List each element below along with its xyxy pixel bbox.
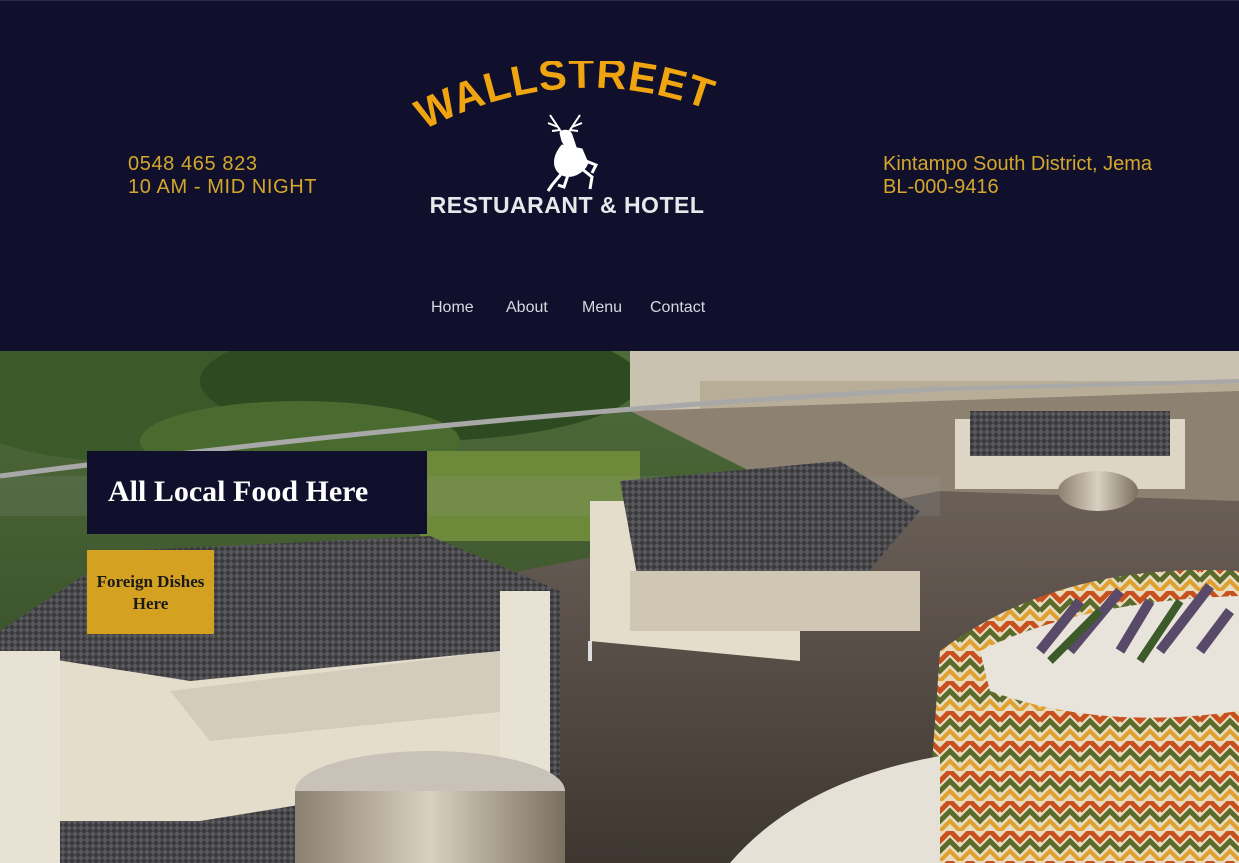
foreign-dishes-button[interactable]: Foreign Dishes Here bbox=[87, 550, 214, 634]
address-line: Kintampo South District, Jema bbox=[883, 153, 1152, 175]
site-header: 0548 465 823 10 AM - MID NIGHT WALLSTREE… bbox=[0, 0, 1239, 351]
opening-hours: 10 AM - MID NIGHT bbox=[128, 176, 318, 198]
address-code: BL-000-9416 bbox=[883, 176, 999, 198]
address-info: Kintampo South District, Jema BL-000-941… bbox=[883, 153, 1152, 199]
logo-title: WALLSTREET bbox=[412, 61, 721, 138]
logo-subtitle: RESTUARANT & HOTEL bbox=[430, 192, 705, 218]
nav-link-home[interactable]: Home bbox=[431, 299, 474, 317]
hero-headline: All Local Food Here bbox=[87, 451, 427, 534]
deer-icon bbox=[546, 114, 599, 192]
nav-link-menu[interactable]: Menu bbox=[582, 299, 622, 317]
site-logo[interactable]: WALLSTREET RESTUARANT & HOTEL bbox=[408, 49, 722, 231]
contact-info: 0548 465 823 10 AM - MID NIGHT bbox=[128, 153, 317, 199]
phone-number: 0548 465 823 bbox=[128, 153, 258, 175]
nav-link-contact[interactable]: Contact bbox=[650, 299, 705, 317]
nav-link-about[interactable]: About bbox=[506, 299, 548, 317]
